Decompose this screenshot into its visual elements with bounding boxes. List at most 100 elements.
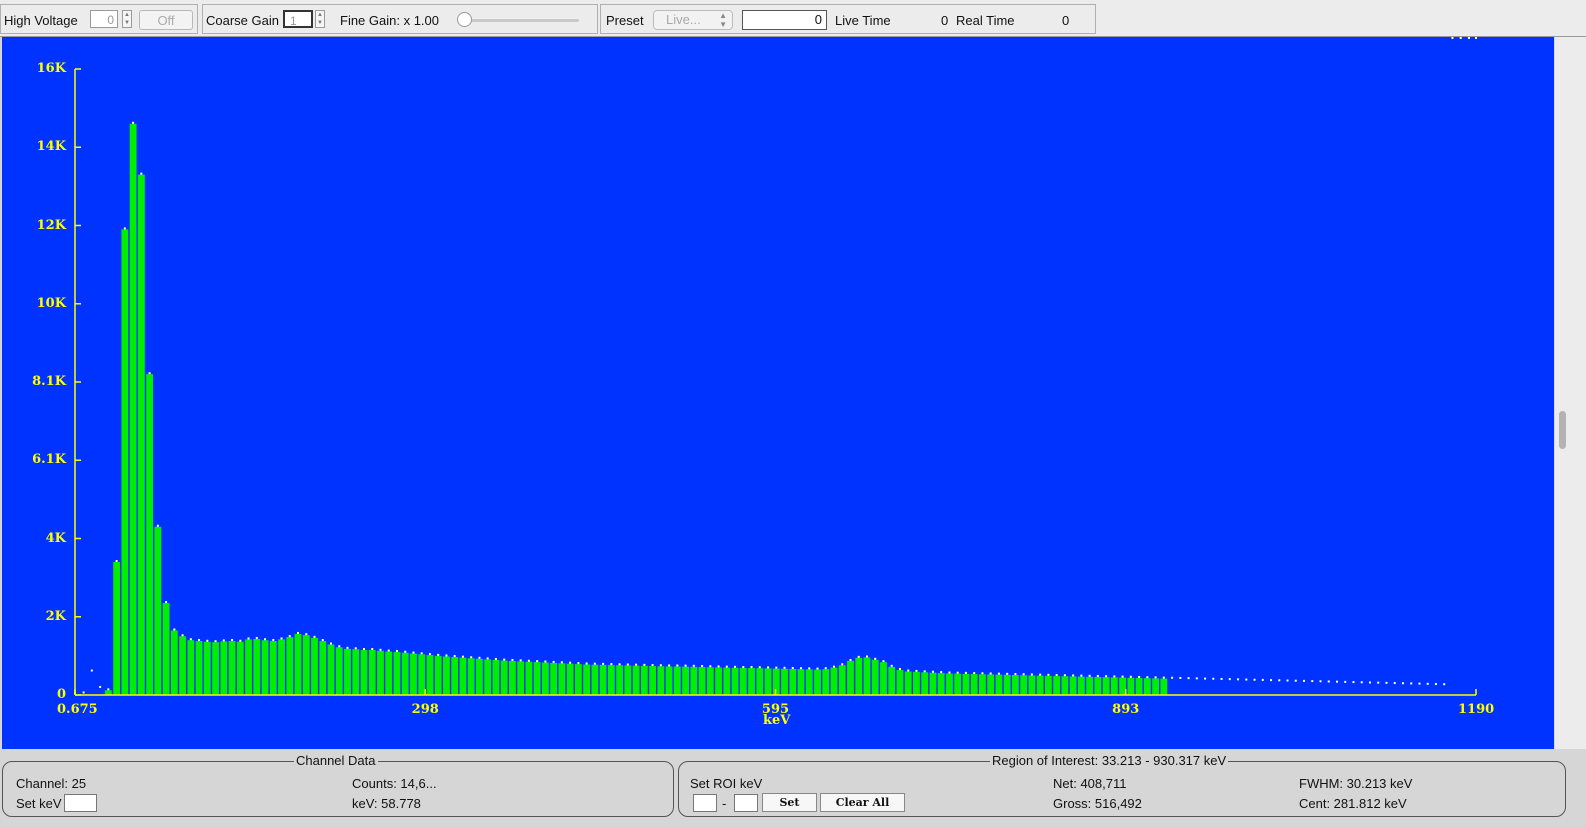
spectrum-bar <box>1069 676 1077 695</box>
spectrum-bar <box>113 561 121 695</box>
preset-value-field[interactable]: 0 <box>742 10 827 30</box>
spectrum-bar <box>245 639 252 695</box>
roi-net: Net: 408,711 <box>1053 776 1127 791</box>
vertical-scrollbar[interactable] <box>1555 37 1586 749</box>
spectrum-point <box>181 634 184 637</box>
clear-all-button[interactable]: Clear All <box>820 793 905 812</box>
spectrum-bar <box>566 663 574 695</box>
preset-label: Preset <box>606 13 644 28</box>
set-roi-button[interactable]: Set <box>762 793 817 812</box>
spectrum-point <box>865 655 868 658</box>
spectrum-point <box>610 663 613 666</box>
high-voltage-spinner-arrows[interactable]: ▲ ▼ <box>122 10 132 28</box>
spectrum-point <box>684 664 687 667</box>
spectrum-point <box>791 666 794 669</box>
spectrum-bar <box>591 664 599 695</box>
spectrum-bar <box>269 641 277 695</box>
spectrum-point <box>1475 37 1477 39</box>
spectrum-bar <box>830 667 838 695</box>
spectrum-point <box>890 664 893 667</box>
gain-group: Coarse Gain 1 ▲ ▼ Fine Gain: x 1.00 <box>202 4 598 34</box>
spectrum-point <box>1253 678 1256 681</box>
spectrum-point <box>618 663 621 666</box>
spectrum-bar <box>500 660 508 695</box>
spectrum-point <box>461 655 464 658</box>
x-tick-label: 1190 <box>1458 702 1495 717</box>
spectrum-point <box>800 667 803 670</box>
spectrum-bar <box>781 668 788 695</box>
roi-end-input[interactable] <box>734 794 758 812</box>
spectrum-bar <box>195 641 203 695</box>
spectrum-point <box>593 662 596 665</box>
spectrum-bar <box>1102 677 1110 695</box>
high-voltage-spinner[interactable]: 0 <box>90 10 118 28</box>
spectrum-point <box>552 660 555 663</box>
off-button[interactable]: Off <box>139 10 193 30</box>
spectrum-bar <box>756 668 764 695</box>
spectrum-point <box>189 638 192 641</box>
spectrum-point <box>1311 680 1314 683</box>
spectrum-bar <box>1160 678 1168 695</box>
spectrum-point <box>907 669 910 672</box>
roi-start-input[interactable] <box>693 794 717 812</box>
high-voltage-label: High Voltage <box>4 13 78 28</box>
spectrum-bar <box>706 667 714 695</box>
y-tick-label: 0 <box>56 687 66 702</box>
spectrum-point <box>1286 679 1289 682</box>
spectrum-point <box>247 637 250 640</box>
spectrum-point <box>1327 680 1330 683</box>
spectrum-point <box>255 637 258 640</box>
channel-data-panel <box>2 761 674 817</box>
spectrum-points <box>74 37 1477 694</box>
coarse-gain-spinner-arrows[interactable]: ▲ ▼ <box>315 10 325 28</box>
toolbar: High Voltage 0 ▲ ▼ Off Coarse Gain 1 ▲ ▼ F… <box>0 0 1586 37</box>
spectrum-point <box>1195 677 1198 680</box>
spectrum-bar <box>698 667 706 695</box>
y-tick-label: 16K <box>36 61 66 76</box>
spectrum-bar <box>904 671 912 695</box>
fine-gain-slider-knob[interactable] <box>457 12 472 27</box>
spectrum-point <box>1319 680 1322 683</box>
spectrum-bar <box>146 374 154 695</box>
spectrum-bar <box>443 656 450 695</box>
y-axis-ticks <box>75 68 81 696</box>
y-tick-label: 14K <box>36 139 66 155</box>
spectrum-point <box>362 648 365 651</box>
spectrum-bar <box>929 672 937 695</box>
spectrum-bar <box>335 647 343 695</box>
preset-select[interactable]: Live... ▲ ▼ <box>653 10 733 30</box>
channel-data-title: Channel Data <box>294 753 378 768</box>
spectrum-bar <box>880 662 887 695</box>
y-tick-label: 8.1K <box>32 374 66 389</box>
spectrum-point <box>1055 674 1058 677</box>
spectrum-point <box>412 651 415 654</box>
spectrum-bar <box>599 664 607 695</box>
spectrum-bar <box>764 668 772 695</box>
spectrum-point <box>898 667 901 670</box>
spectrum-point <box>824 667 827 670</box>
spectrum-point <box>272 639 275 642</box>
roi-dash: - <box>722 796 727 811</box>
spectrum-point <box>1113 675 1116 678</box>
spectrum-bar <box>665 666 673 695</box>
spectrum-bar <box>129 123 137 695</box>
scrollbar-thumb[interactable] <box>1559 411 1566 449</box>
spectrum-plot[interactable]: 0 2K 4K 6.1K 8.1K 10K 12K 14K 16K 0.675 298 595 893… <box>2 37 1554 749</box>
spectrum-point <box>758 666 761 669</box>
spectrum-bar <box>673 666 681 695</box>
spectrum-point <box>651 664 654 667</box>
spectrum-point <box>1088 674 1091 677</box>
spectrum-bar <box>838 665 846 695</box>
spectrum-point <box>585 662 588 665</box>
spectrum-bar <box>962 673 970 695</box>
real-time-value: 0 <box>1062 13 1070 28</box>
spectrum-bar <box>616 665 624 695</box>
spectrum-point <box>1105 675 1108 678</box>
spectrum-bar <box>434 655 442 695</box>
coarse-gain-spinner[interactable]: 1 <box>283 10 313 28</box>
spectrum-bar <box>715 667 722 695</box>
spectrum-bar <box>517 661 525 695</box>
set-kev-input[interactable] <box>64 794 97 812</box>
spectrum-point <box>701 665 704 668</box>
fine-gain-slider-track[interactable] <box>459 19 579 22</box>
